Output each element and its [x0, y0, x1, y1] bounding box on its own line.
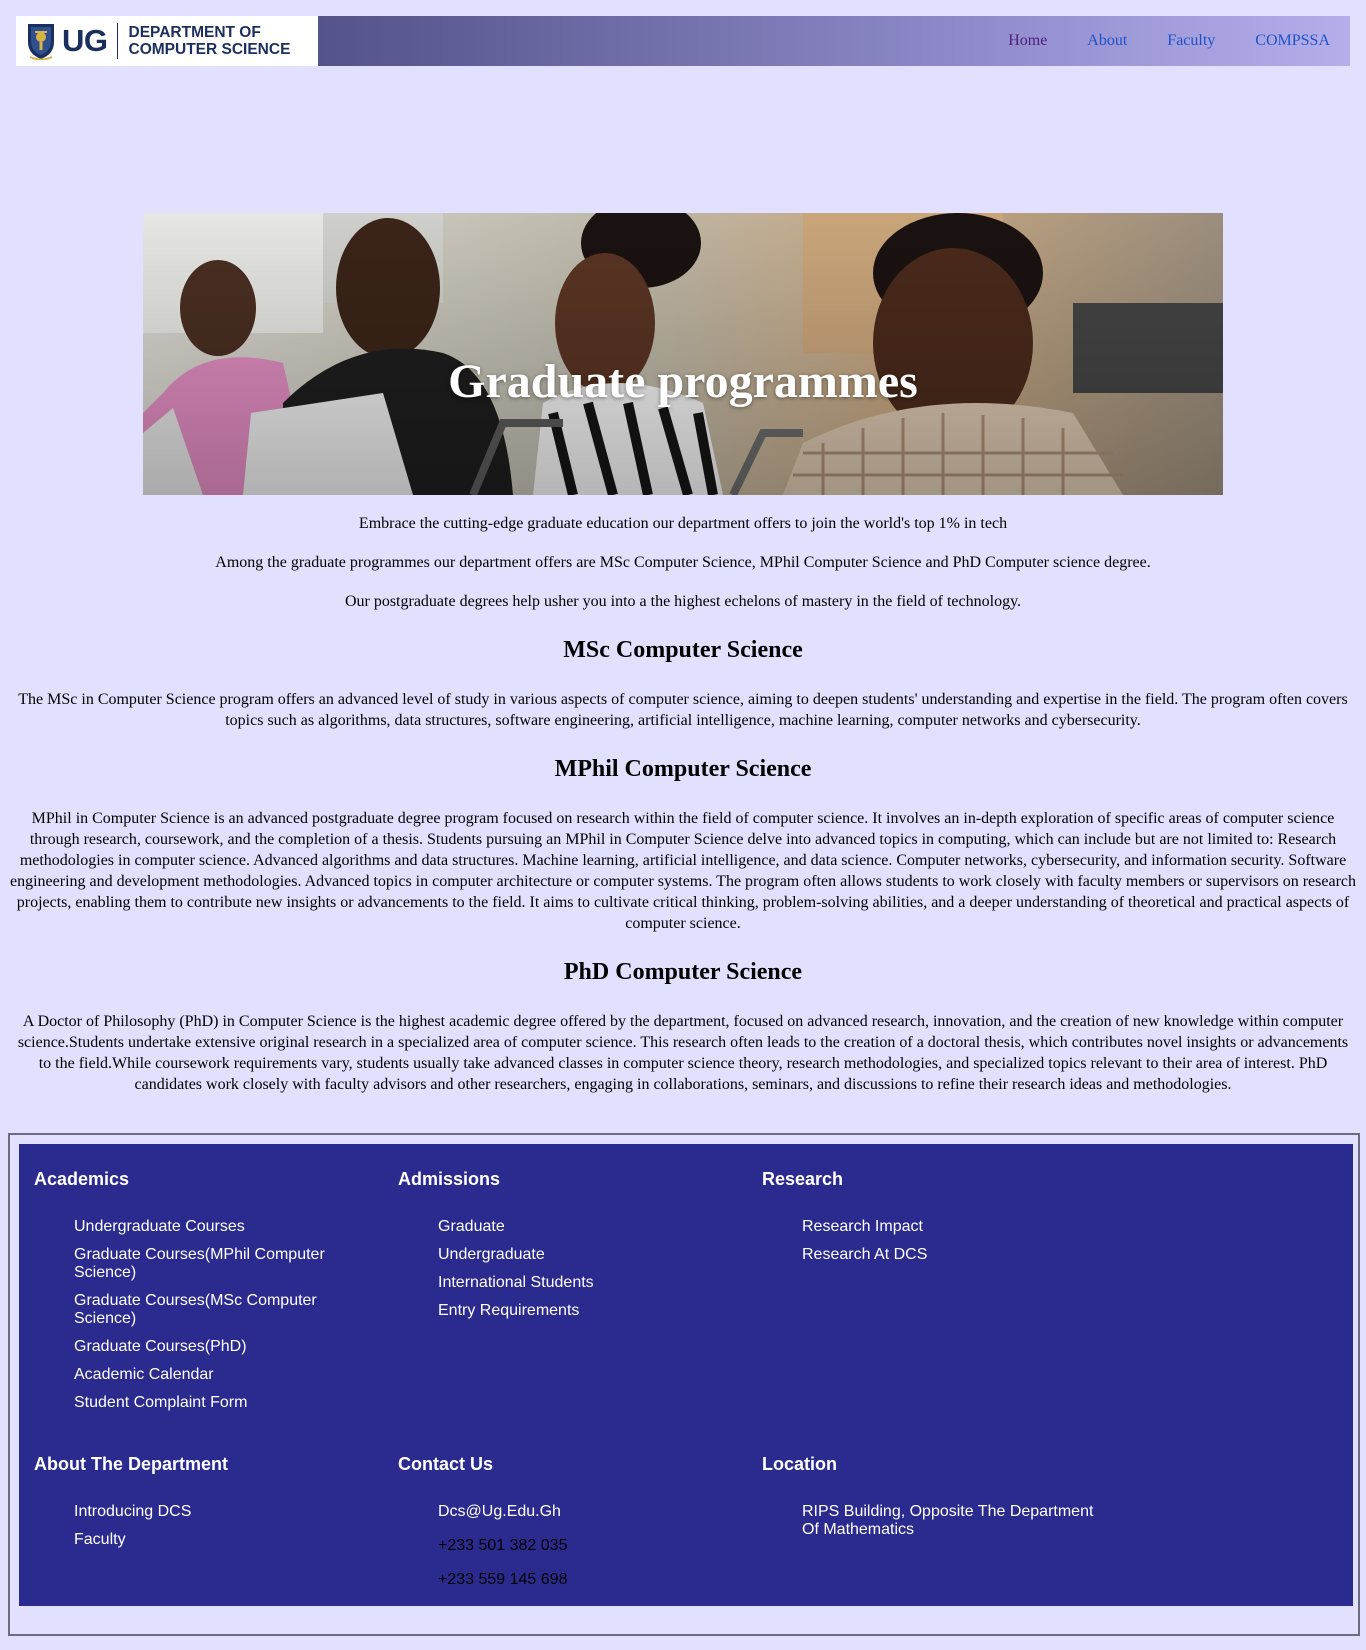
mphil-description: MPhil in Computer Science is an advanced… — [10, 810, 1357, 932]
footer-phone-1: +233 501 382 035 — [438, 1537, 568, 1554]
footer-link-international[interactable]: International Students — [438, 1274, 594, 1291]
site-header: UG DEPARTMENT OF COMPUTER SCIENCE Home A… — [16, 16, 1350, 66]
footer-link-mphil-courses[interactable]: Graduate Courses(MPhil Computer Science) — [74, 1246, 325, 1281]
footer-research: Research Research Impact Research At DCS — [762, 1168, 1102, 1274]
footer-location-title: Location — [762, 1454, 837, 1474]
intro-paragraph-2: Among the graduate programmes our depart… — [215, 554, 1151, 571]
footer-link-faculty[interactable]: Faculty — [74, 1531, 126, 1548]
footer-academics: Academics Undergraduate Courses Graduate… — [34, 1168, 374, 1422]
footer-link-research-impact[interactable]: Research Impact — [802, 1218, 923, 1235]
footer-phone-2: +233 559 145 698 — [438, 1571, 568, 1588]
footer-address: RIPS Building, Opposite The Department O… — [802, 1503, 1094, 1538]
footer-admissions-title: Admissions — [398, 1169, 501, 1189]
phd-heading: PhD Computer Science — [563, 959, 803, 985]
mphil-heading: MPhil Computer Science — [554, 756, 812, 782]
hero-banner: Graduate programmes — [143, 213, 1223, 495]
footer-link-research-at-dcs[interactable]: Research At DCS — [802, 1246, 927, 1263]
footer-research-title: Research — [762, 1169, 844, 1189]
footer-link-entry-requirements[interactable]: Entry Requirements — [438, 1302, 579, 1319]
footer-contact: Contact Us Dcs@Ug.Edu.Gh +233 501 382 03… — [398, 1453, 738, 1599]
hero-title: Graduate programmes — [448, 355, 918, 408]
intro-paragraph-1: Embrace the cutting-edge graduate educat… — [358, 515, 1008, 532]
msc-heading: MSc Computer Science — [563, 637, 803, 663]
logo-dept-text: DEPARTMENT OF COMPUTER SCIENCE — [129, 24, 291, 58]
footer-admissions: Admissions Graduate Undergraduate Intern… — [398, 1168, 738, 1330]
intro-paragraph-3: Our postgraduate degrees help usher you … — [344, 593, 1022, 610]
footer-contact-title: Contact Us — [398, 1454, 494, 1474]
nav-home-link[interactable]: Home — [1008, 32, 1047, 50]
footer-link-introducing-dcs[interactable]: Introducing DCS — [74, 1503, 191, 1520]
footer-about: About The Department Introducing DCS Fac… — [34, 1453, 374, 1559]
footer-link-complaint-form[interactable]: Student Complaint Form — [74, 1394, 247, 1411]
footer-link-graduate[interactable]: Graduate — [438, 1218, 505, 1235]
footer-link-undergraduate[interactable]: Undergraduate — [438, 1246, 545, 1263]
nav-faculty-link[interactable]: Faculty — [1167, 32, 1215, 50]
msc-description: The MSc in Computer Science program offe… — [18, 691, 1348, 729]
footer-location: Location RIPS Building, Opposite The Dep… — [762, 1453, 1102, 1549]
footer-about-title: About The Department — [34, 1454, 229, 1474]
main-nav: Home About Faculty COMPSSA — [318, 16, 1350, 66]
footer-link-undergraduate-courses[interactable]: Undergraduate Courses — [74, 1218, 245, 1235]
footer-frame: Academics Undergraduate Courses Graduate… — [8, 1133, 1360, 1636]
site-footer: Academics Undergraduate Courses Graduate… — [19, 1144, 1353, 1606]
logo-dept-line2: COMPUTER SCIENCE — [128, 41, 291, 58]
footer-link-academic-calendar[interactable]: Academic Calendar — [74, 1366, 214, 1383]
footer-link-phd-courses[interactable]: Graduate Courses(PhD) — [74, 1338, 247, 1355]
logo-dept-line1: DEPARTMENT OF — [128, 24, 261, 41]
logo-ug-text: UG — [62, 23, 108, 58]
site-logo[interactable]: UG DEPARTMENT OF COMPUTER SCIENCE — [16, 16, 318, 66]
phd-description: A Doctor of Philosophy (PhD) in Computer… — [17, 1013, 1349, 1093]
footer-email-link[interactable]: Dcs@Ug.Edu.Gh — [438, 1503, 561, 1520]
logo-divider — [116, 23, 118, 59]
footer-academics-title: Academics — [34, 1169, 130, 1189]
nav-compssa-link[interactable]: COMPSSA — [1255, 32, 1330, 50]
ug-crest-icon — [28, 24, 54, 60]
nav-about-link[interactable]: About — [1087, 32, 1127, 50]
footer-link-msc-courses[interactable]: Graduate Courses(MSc Computer Science) — [74, 1292, 317, 1327]
